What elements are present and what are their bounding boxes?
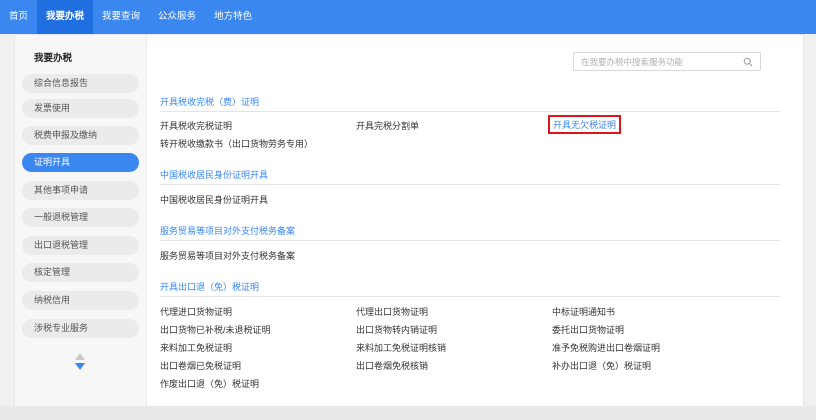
sidebar-title: 我要办税 xyxy=(34,53,73,64)
search-icon[interactable] xyxy=(743,57,753,67)
sidebar: 我要办税 综合信息报告 发票使用 税费申报及缴纳 证明开具 其他事项申请 一般退… xyxy=(15,35,147,407)
section-title-export-refund-certificate: 开具出口退（免）税证明 xyxy=(160,282,260,292)
link-void-refund-certificate[interactable]: 作废出口退（免）税证明 xyxy=(160,377,259,390)
search-input[interactable] xyxy=(574,53,741,70)
link-entrusted-export-certificate[interactable]: 委托出口货物证明 xyxy=(552,323,624,336)
section-title-tax-payment-certificate: 开具税收完税（费）证明 xyxy=(160,97,260,107)
section-divider xyxy=(160,240,780,241)
link-foreign-payment-filing[interactable]: 服务贸易等项目对外支付税务备案 xyxy=(160,249,295,262)
link-agent-export-certificate[interactable]: 代理出口货物证明 xyxy=(356,305,428,318)
chevron-up-icon[interactable] xyxy=(75,353,85,360)
chevron-down-icon[interactable] xyxy=(75,363,85,370)
link-cigarette-exemption-writeoff[interactable]: 出口卷烟免税核销 xyxy=(356,359,428,372)
nav-public-service[interactable]: 公众服务 xyxy=(149,0,205,34)
sidebar-item-tax-declaration[interactable]: 税费申报及缴纳 xyxy=(22,126,139,145)
sidebar-item-comprehensive-info[interactable]: 综合信息报告 xyxy=(22,74,139,93)
section-title-tax-resident-certificate: 中国税收居民身份证明开具 xyxy=(160,170,269,180)
link-transfer-tax-receipt[interactable]: 转开税收缴款书（出口货物劳务专用） xyxy=(160,137,313,150)
top-navigation: 首页 我要办税 我要查询 公众服务 地方特色 xyxy=(0,0,816,34)
section-divider xyxy=(160,296,780,297)
link-tax-resident-certificate[interactable]: 中国税收居民身份证明开具 xyxy=(160,193,268,206)
link-cigarette-exempted-certificate[interactable]: 出口卷烟已免税证明 xyxy=(160,359,241,372)
link-processing-exemption-certificate[interactable]: 来料加工免税证明 xyxy=(160,341,232,354)
link-tax-payment-split[interactable]: 开具完税分割单 xyxy=(356,119,419,132)
link-tax-payment-certificate[interactable]: 开具税收完税证明 xyxy=(160,119,232,132)
bottom-strip xyxy=(0,406,816,420)
link-reissue-refund-certificate[interactable]: 补办出口退（免）税证明 xyxy=(552,359,651,372)
sidebar-item-certificate[interactable]: 证明开具 xyxy=(22,153,139,172)
link-processing-exemption-writeoff[interactable]: 来料加工免税证明核销 xyxy=(356,341,446,354)
link-cigarette-purchase-certificate[interactable]: 准予免税购进出口卷烟证明 xyxy=(552,341,660,354)
sidebar-item-general-refund[interactable]: 一般退税管理 xyxy=(22,208,139,227)
link-bid-certificate-notice[interactable]: 中标证明通知书 xyxy=(552,305,615,318)
main-card: 我要办税 综合信息报告 发票使用 税费申报及缴纳 证明开具 其他事项申请 一般退… xyxy=(14,34,804,408)
link-export-tax-paid-certificate[interactable]: 出口货物已补税/未退税证明 xyxy=(160,323,271,336)
sidebar-item-invoice[interactable]: 发票使用 xyxy=(22,99,139,118)
section-title-foreign-payment-filing: 服务贸易等项目对外支付税务备案 xyxy=(160,226,296,236)
link-agent-import-certificate[interactable]: 代理进口货物证明 xyxy=(160,305,232,318)
link-export-domestic-sale-certificate[interactable]: 出口货物转内销证明 xyxy=(356,323,437,336)
sidebar-item-credit[interactable]: 纳税信用 xyxy=(22,291,139,310)
sidebar-item-export-refund[interactable]: 出口退税管理 xyxy=(22,236,139,255)
search-box[interactable] xyxy=(573,52,761,71)
section-divider xyxy=(160,111,780,112)
nav-local-features[interactable]: 地方特色 xyxy=(205,0,261,34)
sidebar-item-other-applications[interactable]: 其他事项申请 xyxy=(22,181,139,200)
section-divider xyxy=(160,184,780,185)
nav-query[interactable]: 我要查询 xyxy=(93,0,149,34)
sidebar-scroll-arrows[interactable] xyxy=(74,353,86,375)
content-area: 开具税收完税（费）证明 开具税收完税证明 开具完税分割单 开具无欠税证明 转开税… xyxy=(146,35,803,407)
nav-tax-handling[interactable]: 我要办税 xyxy=(37,0,94,34)
link-no-tax-arrears-certificate[interactable]: 开具无欠税证明 xyxy=(548,115,622,134)
sidebar-item-assessment[interactable]: 核定管理 xyxy=(22,263,139,282)
sidebar-item-professional-service[interactable]: 涉税专业服务 xyxy=(22,319,139,338)
nav-home[interactable]: 首页 xyxy=(0,0,37,34)
